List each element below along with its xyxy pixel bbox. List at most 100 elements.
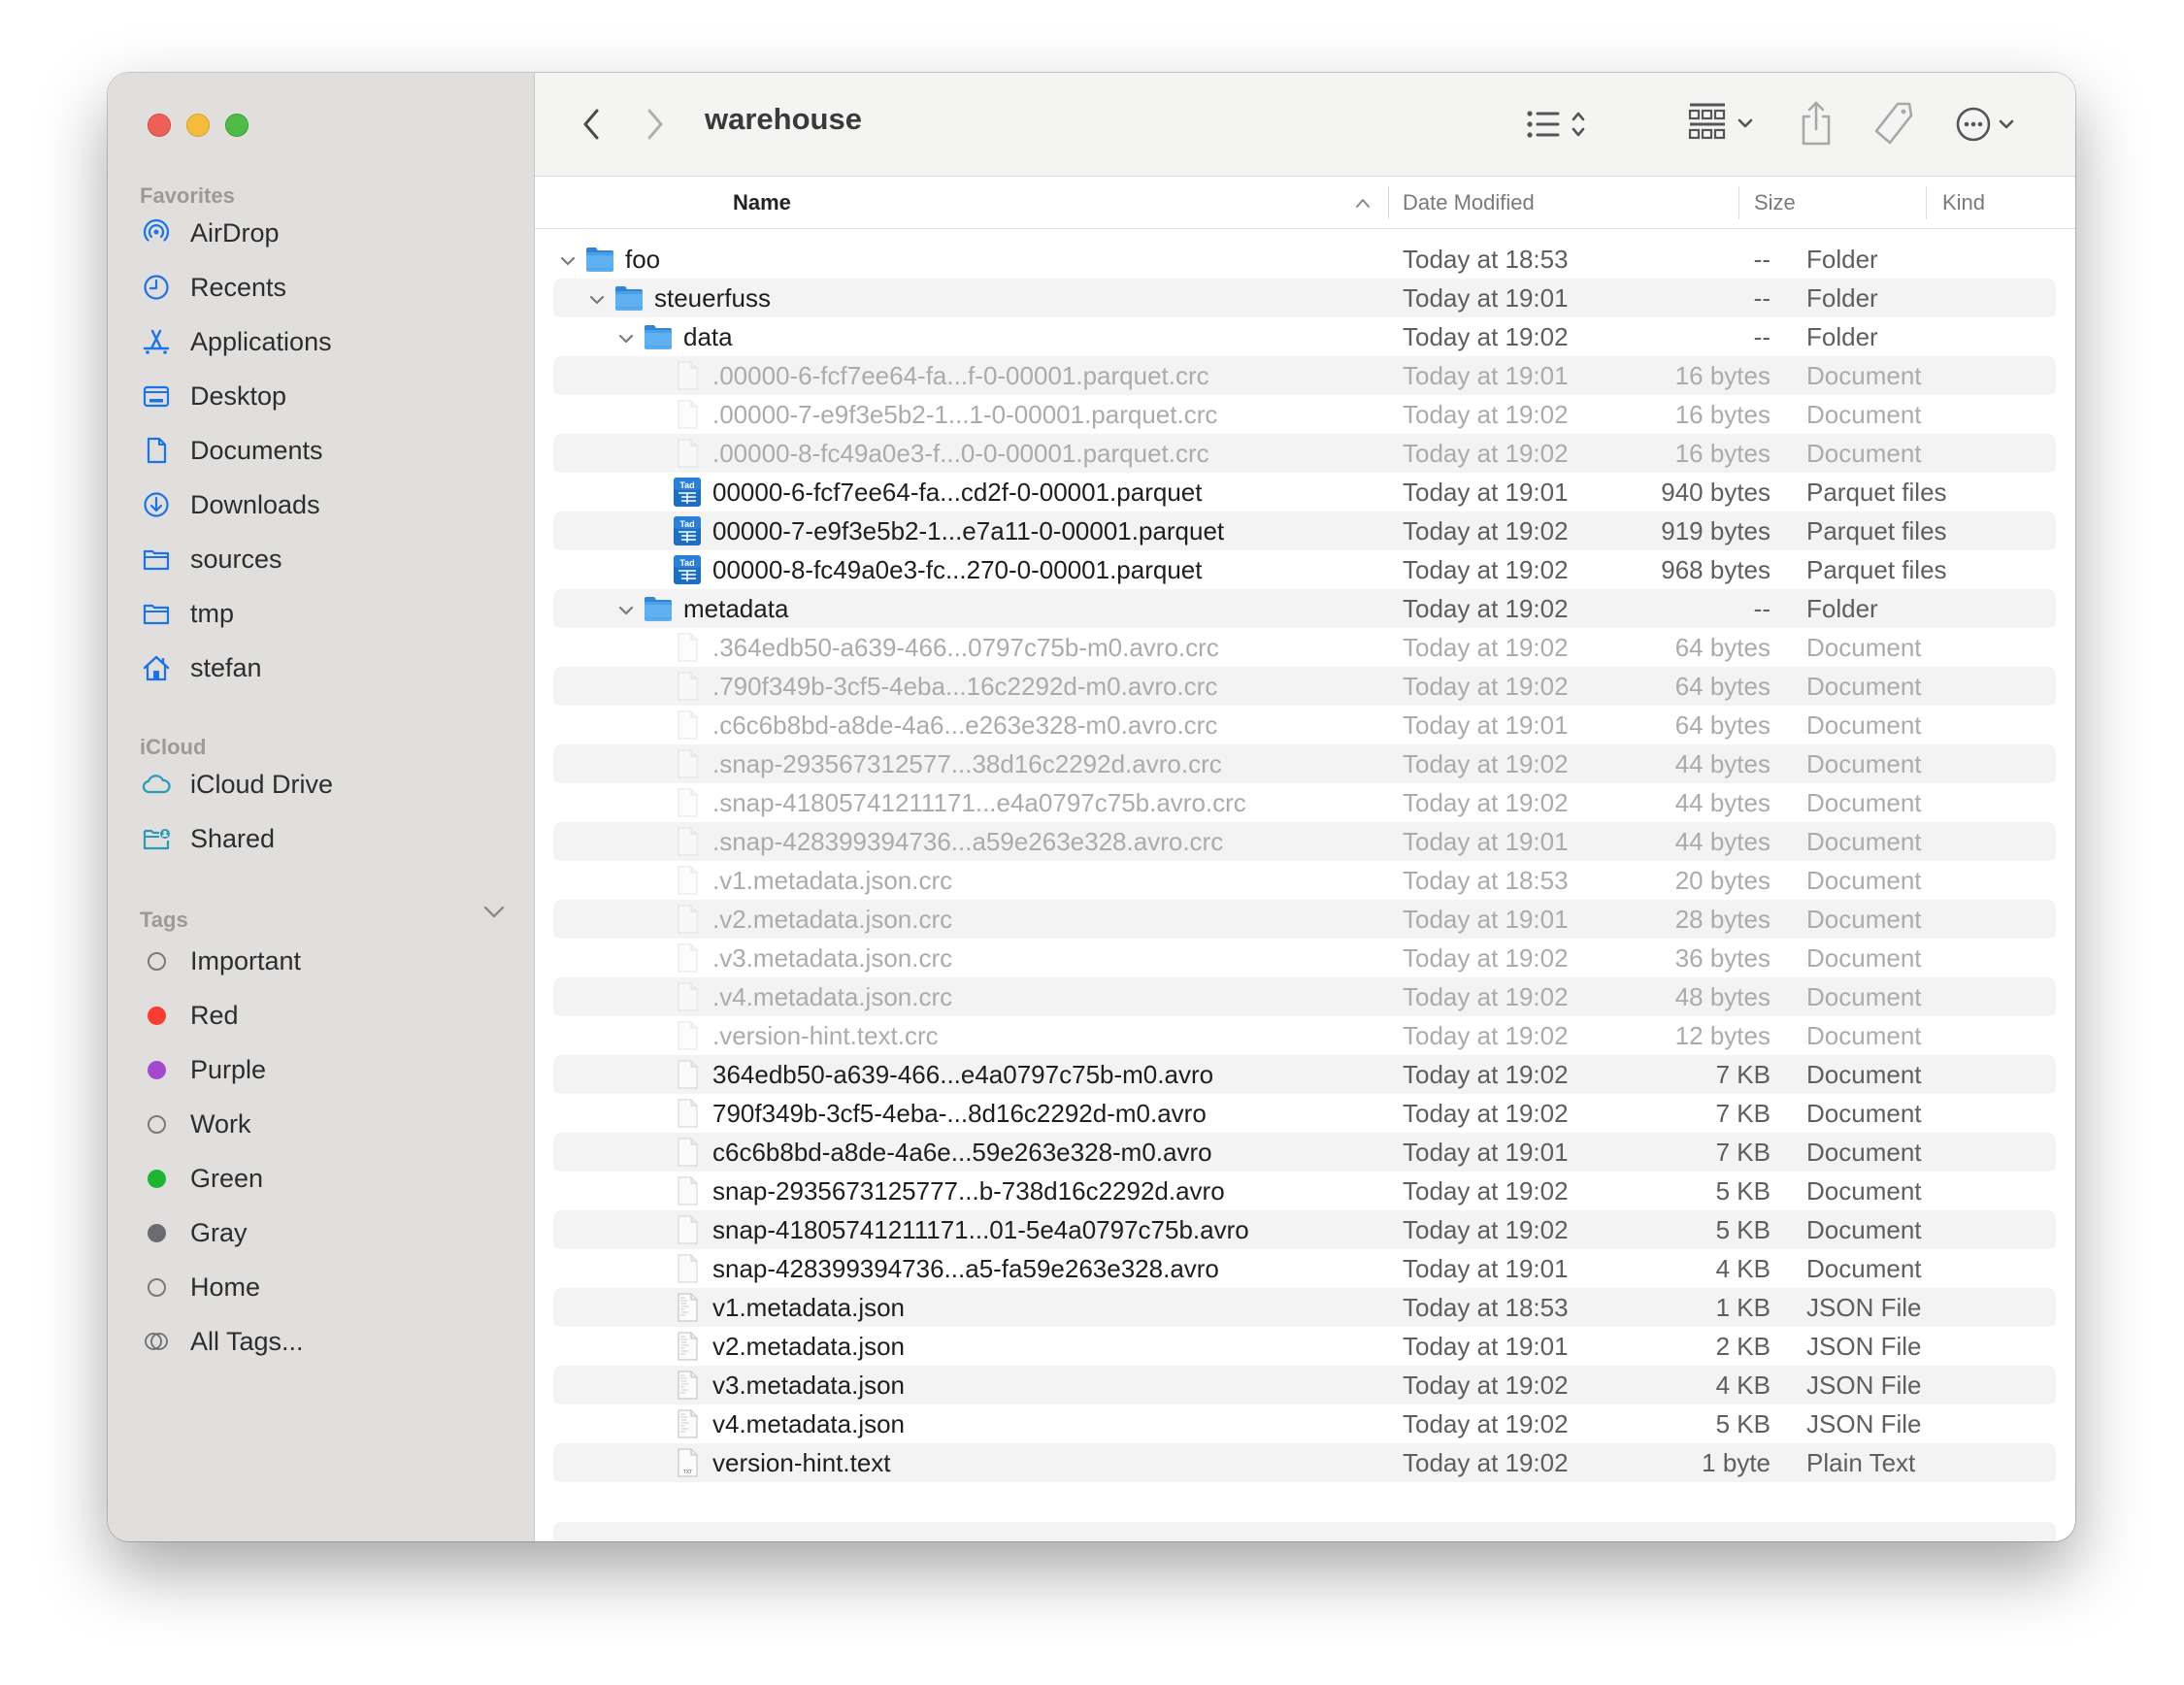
column-header-kind[interactable]: Kind [1942, 177, 1985, 228]
tag-color-dot-icon [140, 1053, 173, 1086]
sidebar-item-icloud-drive[interactable]: iCloud Drive [140, 762, 518, 807]
file-row[interactable]: v4.metadata.json Today at 19:02 5 KB JSON F… [553, 1404, 2056, 1443]
file-row[interactable]: TXT version-hint.text Today at 19:02 1 byte… [553, 1443, 2056, 1482]
file-row[interactable]: v1.metadata.json Today at 18:53 1 KB JSON F… [553, 1288, 2056, 1327]
document-icon [672, 1214, 703, 1245]
file-row[interactable]: snap-2935673125777...b-738d16c2292d.avro… [553, 1172, 2056, 1210]
file-row[interactable]: .v4.metadata.json.crc Today at 19:02 48 by… [553, 977, 2056, 1016]
date-modified: Today at 19:02 [1403, 1060, 1569, 1089]
sidebar-item-applications[interactable]: Applications [140, 319, 518, 364]
share-button[interactable] [1797, 98, 1836, 149]
column-divider[interactable] [1738, 186, 1739, 219]
sidebar-tag-purple[interactable]: Purple [140, 1047, 518, 1092]
file-size: 36 bytes [1674, 943, 1770, 973]
file-name: .c6c6b8bd-a8de-4a6...e263e328-m0.avro.cr… [712, 710, 1218, 740]
file-row[interactable]: Tad 00000-6-fcf7ee64-fa...cd2f-0-00001.pa… [553, 473, 2056, 512]
folder-row[interactable]: metadata Today at 19:02 -- Folder [553, 589, 2056, 628]
file-size: 940 bytes [1661, 478, 1770, 507]
date-modified: Today at 18:53 [1403, 245, 1569, 274]
minimize-button[interactable] [186, 114, 210, 137]
sidebar-item-sources[interactable]: sources [140, 537, 518, 581]
file-row[interactable]: 790f349b-3cf5-4eba-...8d16c2292d-m0.avro… [553, 1094, 2056, 1133]
sidebar-item-recents[interactable]: Recents [140, 265, 518, 310]
sidebar-item-documents[interactable]: Documents [140, 428, 518, 473]
file-row[interactable]: .364edb50-a639-466...0797c75b-m0.avro.cr… [553, 628, 2056, 667]
column-divider[interactable] [1926, 186, 1927, 219]
file-row[interactable]: snap-41805741211171...01-5e4a0797c75b.av… [553, 1210, 2056, 1249]
svg-text:Tad: Tad [679, 480, 694, 490]
sidebar-tag-all-tags[interactable]: All Tags... [140, 1319, 518, 1364]
file-row[interactable]: .version-hint.text.crc Today at 19:02 12 b… [553, 1016, 2056, 1055]
file-kind: Document [1806, 827, 1922, 856]
file-row[interactable]: .snap-41805741211171...e4a0797c75b.avro.… [553, 783, 2056, 822]
disclosure-chevron-down-icon[interactable] [615, 598, 637, 619]
file-row[interactable]: v3.metadata.json Today at 19:02 4 KB JSON F… [553, 1366, 2056, 1404]
date-modified: Today at 19:02 [1403, 788, 1569, 817]
file-row[interactable]: .00000-6-fcf7ee64-fa...f-0-00001.parquet… [553, 356, 2056, 395]
sidebar-tag-red[interactable]: Red [140, 993, 518, 1038]
sidebar-tag-work[interactable]: Work [140, 1102, 518, 1146]
file-row[interactable]: snap-428399394736...a5-fa59e263e328.avro… [553, 1249, 2056, 1288]
sidebar-tag-green[interactable]: Green [140, 1156, 518, 1201]
tags-collapse-chevron-icon[interactable] [482, 903, 506, 922]
column-header-date[interactable]: Date Modified [1403, 177, 1535, 228]
file-row[interactable]: .v2.metadata.json.crc Today at 19:01 28 by… [553, 900, 2056, 939]
disclosure-chevron-down-icon[interactable] [615, 326, 637, 347]
file-name: metadata [683, 594, 789, 623]
file-row[interactable]: 364edb50-a639-466...e4a0797c75b-m0.avro T… [553, 1055, 2056, 1094]
forward-button[interactable] [638, 102, 673, 147]
sort-ascending-icon[interactable] [1354, 196, 1372, 210]
sidebar-tag-important[interactable]: Important [140, 939, 518, 983]
file-row[interactable]: c6c6b8bd-a8de-4a6e...59e263e328-m0.avro T… [553, 1133, 2056, 1172]
sidebar-tag-home[interactable]: Home [140, 1265, 518, 1309]
file-kind: Document [1806, 1254, 1922, 1283]
sidebar-item-tmp[interactable]: tmp [140, 591, 518, 636]
file-row[interactable]: .790f349b-3cf5-4eba...16c2292d-m0.avro.c… [553, 667, 2056, 706]
disclosure-chevron-down-icon[interactable] [557, 248, 579, 270]
sidebar-item-stefan[interactable]: stefan [140, 645, 518, 690]
file-row[interactable]: v2.metadata.json Today at 19:01 2 KB JSON F… [553, 1327, 2056, 1366]
file-row[interactable]: .snap-293567312577...38d16c2292d.avro.cr… [553, 744, 2056, 783]
group-by-button[interactable] [1686, 100, 1764, 149]
file-row[interactable]: .00000-7-e9f3e5b2-1...1-0-00001.parquet.… [553, 395, 2056, 434]
date-modified: Today at 19:02 [1403, 400, 1569, 429]
date-modified: Today at 19:02 [1403, 1215, 1569, 1244]
list-view-icon [1527, 111, 1585, 138]
home-icon [140, 651, 173, 684]
sidebar-item-airdrop[interactable]: AirDrop [140, 211, 518, 255]
date-modified: Today at 19:02 [1403, 749, 1569, 778]
sidebar-item-downloads[interactable]: Downloads [140, 482, 518, 527]
tag-button[interactable] [1870, 98, 1917, 149]
file-row[interactable]: Tad 00000-7-e9f3e5b2-1...e7a11-0-00001.pa… [553, 512, 2056, 550]
file-row[interactable]: .00000-8-fc49a0e3-f...0-0-00001.parquet.… [553, 434, 2056, 473]
sidebar-item-desktop[interactable]: Desktop [140, 374, 518, 418]
parquet-file-icon: Tad [672, 477, 703, 508]
column-header-name[interactable]: Name [733, 177, 791, 228]
file-row[interactable]: .v1.metadata.json.crc Today at 18:53 20 by… [553, 861, 2056, 900]
maximize-button[interactable] [225, 114, 248, 137]
file-row[interactable]: .c6c6b8bd-a8de-4a6...e263e328-m0.avro.cr… [553, 706, 2056, 744]
sidebar-tag-gray[interactable]: Gray [140, 1210, 518, 1255]
folder-icon [584, 244, 615, 275]
parquet-file-icon: Tad [672, 554, 703, 585]
file-row[interactable]: Tad 00000-8-fc49a0e3-fc...270-0-00001.par… [553, 550, 2056, 589]
sidebar-item-shared[interactable]: Shared [140, 816, 518, 861]
disclosure-chevron-down-icon[interactable] [586, 287, 608, 309]
folder-row[interactable]: foo Today at 18:53 -- Folder [553, 240, 2056, 279]
file-name: snap-41805741211171...01-5e4a0797c75b.av… [712, 1215, 1249, 1244]
folder-row[interactable]: steuerfuss Today at 19:01 -- Folder [553, 279, 2056, 317]
file-row[interactable]: .snap-428399394736...a59e263e328.avro.cr… [553, 822, 2056, 861]
svg-text:TXT: TXT [683, 1470, 692, 1475]
file-row[interactable]: .v3.metadata.json.crc Today at 19:02 36 by… [553, 939, 2056, 977]
close-button[interactable] [148, 114, 171, 137]
more-actions-button[interactable] [1954, 102, 2032, 147]
back-button[interactable] [574, 102, 609, 147]
json-file-icon [672, 1408, 703, 1439]
column-divider[interactable] [1388, 186, 1389, 219]
file-kind: Plain Text [1806, 1448, 1916, 1477]
view-mode-button[interactable] [1523, 102, 1601, 147]
column-header-size[interactable]: Size [1754, 177, 1796, 228]
document-icon [672, 865, 703, 896]
folder-row[interactable]: data Today at 19:02 -- Folder [553, 317, 2056, 356]
folder-icon [140, 543, 173, 576]
